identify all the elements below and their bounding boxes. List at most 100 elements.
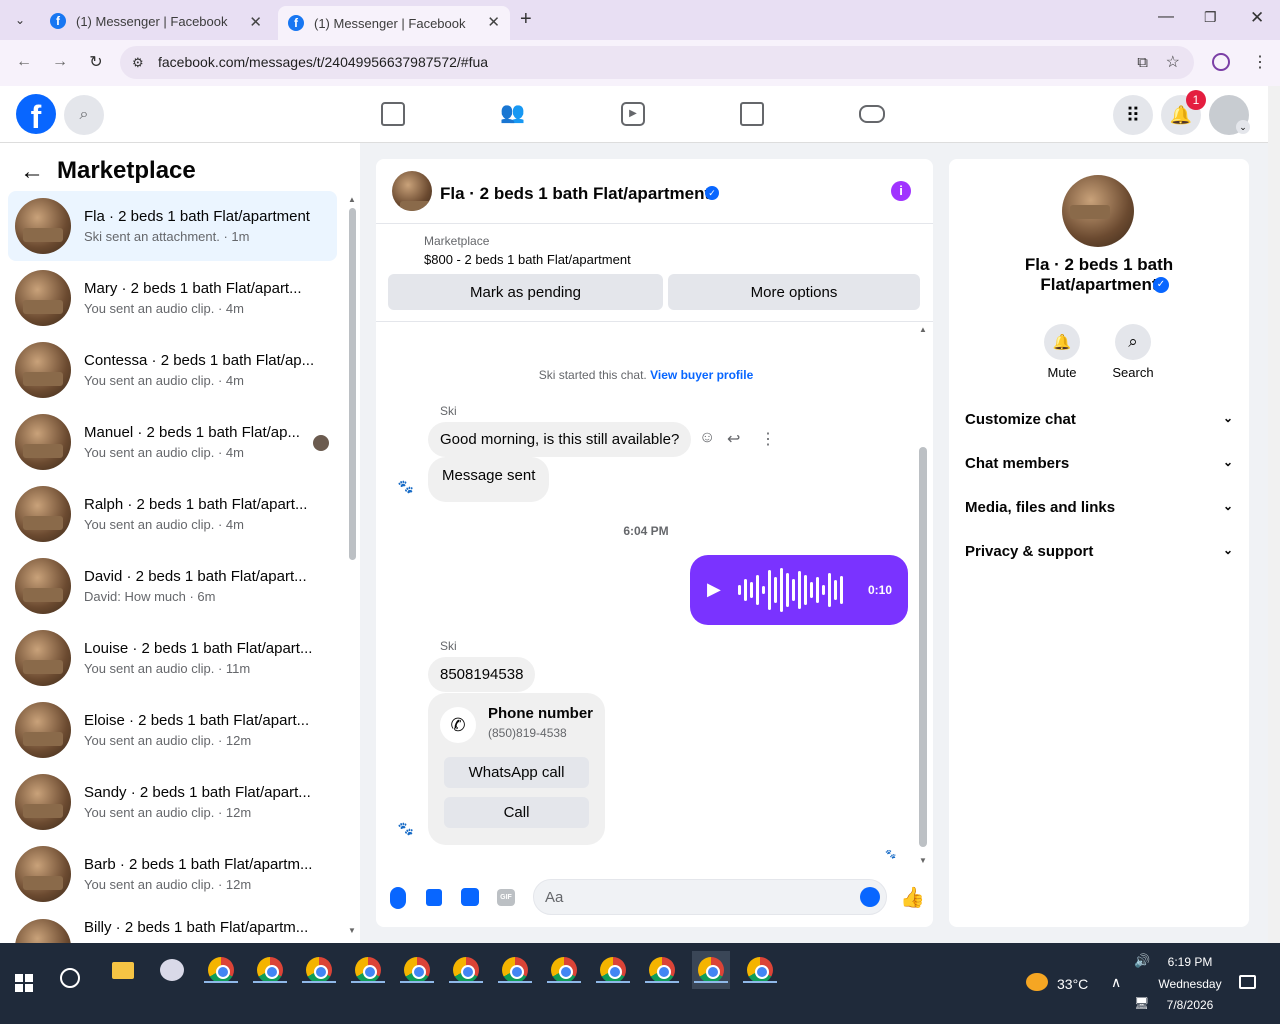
reload-button[interactable]: ↻ bbox=[84, 52, 108, 72]
chat-avatar[interactable] bbox=[392, 171, 432, 211]
listing-text[interactable]: $800 - 2 beds 1 bath Flat/apartment bbox=[424, 252, 631, 267]
search-icon[interactable]: ⌕ bbox=[1115, 324, 1151, 360]
show-hidden-icons-icon[interactable]: ∧ bbox=[1111, 974, 1121, 991]
clock-day[interactable]: Wednesday bbox=[1150, 977, 1230, 991]
mark-as-pending-button[interactable]: Mark as pending bbox=[388, 274, 663, 310]
scroll-up-arrow[interactable]: ▲ bbox=[917, 325, 929, 334]
message-bubble[interactable]: Message sent bbox=[428, 457, 550, 502]
scrollbar-thumb[interactable] bbox=[919, 447, 927, 847]
address-bar[interactable]: ⚙ facebook.com/messages/t/24049956637987… bbox=[120, 46, 1194, 79]
message-bubble[interactable]: 8508194538 bbox=[428, 657, 536, 692]
conversation-item[interactable]: Mary · 2 beds 1 bath Flat/apart... You s… bbox=[8, 263, 337, 333]
chrome-icon[interactable] bbox=[545, 951, 583, 989]
chrome-icon[interactable] bbox=[447, 951, 485, 989]
play-icon[interactable]: ▶ bbox=[707, 579, 721, 600]
scroll-up-arrow[interactable]: ▲ bbox=[347, 195, 357, 204]
conversation-item[interactable]: Barb · 2 beds 1 bath Flat/apartm... You … bbox=[8, 839, 337, 909]
restore-button[interactable]: ❐ bbox=[1204, 9, 1217, 26]
site-settings-icon[interactable]: ⚙ bbox=[132, 46, 144, 79]
message-bubble[interactable]: Good morning, is this still available? bbox=[428, 422, 692, 457]
bookmark-star-icon[interactable]: ☆ bbox=[1166, 46, 1180, 79]
profile-icon[interactable] bbox=[1212, 53, 1230, 71]
install-app-icon[interactable]: ⧉ bbox=[1137, 46, 1148, 79]
paint-app-icon[interactable] bbox=[153, 951, 191, 989]
chat-scrollbar[interactable]: ▲ ▼ bbox=[917, 325, 929, 865]
conversation-item[interactable]: Ralph · 2 beds 1 bath Flat/apart... You … bbox=[8, 479, 337, 549]
new-tab-button[interactable]: + bbox=[520, 8, 532, 31]
phone-card[interactable]: ✆ Phone number (850)819-4538 WhatsApp ca… bbox=[428, 693, 605, 845]
network-icon[interactable]: 🖥 bbox=[1134, 996, 1149, 1010]
sticker-icon[interactable] bbox=[461, 888, 479, 906]
microphone-icon[interactable] bbox=[390, 887, 406, 909]
conversation-item[interactable]: Billy · 2 beds 1 bath Flat/apartm... bbox=[8, 919, 337, 943]
chrome-icon[interactable] bbox=[643, 951, 681, 989]
conversation-item[interactable]: Manuel · 2 beds 1 bath Flat/ap... You se… bbox=[8, 407, 337, 477]
info-section-chat-members[interactable]: Chat members ⌄ bbox=[965, 455, 1233, 472]
whatsapp-call-button[interactable]: WhatsApp call bbox=[444, 757, 589, 788]
volume-icon[interactable]: 🔊 bbox=[1134, 953, 1150, 969]
back-arrow-icon[interactable]: ← bbox=[20, 158, 44, 186]
chrome-icon[interactable] bbox=[496, 951, 534, 989]
weather-temp[interactable]: 33°C bbox=[1057, 976, 1088, 992]
chrome-icon[interactable] bbox=[741, 951, 779, 989]
scrollbar-thumb[interactable] bbox=[348, 208, 356, 560]
clock-date[interactable]: 7/8/2026 bbox=[1150, 998, 1230, 1012]
browser-tab[interactable]: f (1) Messenger | Facebook ✕ bbox=[40, 6, 272, 36]
info-section-privacy-support[interactable]: Privacy & support ⌄ bbox=[965, 543, 1233, 560]
close-icon[interactable]: ✕ bbox=[487, 13, 500, 31]
gif-icon[interactable]: GIF bbox=[497, 889, 515, 906]
browser-tab-active[interactable]: f (1) Messenger | Facebook ✕ bbox=[278, 6, 510, 40]
mute-bell-icon[interactable]: 🔔 bbox=[1044, 324, 1080, 360]
friends-icon[interactable]: 👥 bbox=[500, 100, 525, 125]
conversation-item[interactable]: Eloise · 2 beds 1 bath Flat/apart... You… bbox=[8, 695, 337, 765]
like-thumb-icon[interactable]: 👍 bbox=[900, 885, 925, 910]
forward-button[interactable]: → bbox=[48, 53, 72, 71]
sidebar-scrollbar[interactable]: ▲ ▼ bbox=[347, 195, 357, 935]
file-explorer-icon[interactable] bbox=[104, 951, 142, 989]
back-button[interactable]: ← bbox=[12, 53, 36, 71]
menu-grid-icon[interactable]: ⠿ bbox=[1113, 95, 1153, 135]
weather-icon[interactable] bbox=[1026, 973, 1048, 991]
page-scrollbar[interactable] bbox=[1268, 86, 1280, 943]
view-buyer-profile-link[interactable]: View buyer profile bbox=[650, 368, 753, 382]
call-button[interactable]: Call bbox=[444, 797, 589, 828]
conversation-item[interactable]: Louise · 2 beds 1 bath Flat/apart... You… bbox=[8, 623, 337, 693]
start-windows-icon[interactable] bbox=[15, 974, 33, 992]
info-section-media-files-and-links[interactable]: Media, files and links ⌄ bbox=[965, 499, 1233, 516]
info-icon[interactable]: i bbox=[891, 181, 911, 201]
taskbar-search-icon[interactable] bbox=[60, 968, 80, 988]
chrome-icon[interactable] bbox=[594, 951, 632, 989]
chrome-icon[interactable] bbox=[202, 951, 240, 989]
message-input[interactable]: Aa bbox=[533, 879, 887, 915]
chrome-icon[interactable] bbox=[398, 951, 436, 989]
more-options-button[interactable]: More options bbox=[668, 274, 920, 310]
browser-menu-icon[interactable]: ⋮ bbox=[1252, 52, 1268, 72]
conversation-item[interactable]: Fla · 2 beds 1 bath Flat/apartment Ski s… bbox=[8, 191, 337, 261]
video-icon[interactable]: ▶ bbox=[621, 102, 645, 126]
conversation-item[interactable]: David · 2 beds 1 bath Flat/apart... Davi… bbox=[8, 551, 337, 621]
clock-time[interactable]: 6:19 PM bbox=[1150, 955, 1230, 969]
more-icon[interactable]: ⋮ bbox=[760, 429, 776, 449]
conversation-item[interactable]: Sandy · 2 beds 1 bath Flat/apart... You … bbox=[8, 767, 337, 837]
info-section-customize-chat[interactable]: Customize chat ⌄ bbox=[965, 411, 1233, 428]
reply-icon[interactable]: ↩ bbox=[727, 429, 740, 449]
chrome-icon[interactable] bbox=[349, 951, 387, 989]
tab-list-dropdown[interactable]: ⌄ bbox=[10, 10, 30, 30]
window-close-button[interactable]: ✕ bbox=[1250, 8, 1264, 28]
facebook-logo-icon[interactable]: f bbox=[16, 94, 56, 134]
chrome-icon[interactable] bbox=[300, 951, 338, 989]
emoji-icon[interactable] bbox=[860, 887, 880, 907]
audio-message[interactable]: ▶ 0:10 bbox=[690, 555, 908, 625]
chevron-down-icon[interactable]: ⌄ bbox=[1236, 120, 1250, 134]
marketplace-icon[interactable] bbox=[740, 102, 764, 126]
chrome-icon[interactable] bbox=[692, 951, 730, 989]
chat-title[interactable]: Fla · 2 beds 1 bath Flat/apartment bbox=[440, 184, 710, 204]
photo-icon[interactable] bbox=[426, 889, 442, 906]
home-icon[interactable] bbox=[381, 102, 405, 126]
close-icon[interactable]: ✕ bbox=[249, 13, 262, 31]
gaming-icon[interactable] bbox=[859, 105, 885, 123]
search-icon[interactable]: ⌕ bbox=[64, 95, 104, 135]
conversation-item[interactable]: Contessa · 2 beds 1 bath Flat/ap... You … bbox=[8, 335, 337, 405]
notification-center-icon[interactable] bbox=[1239, 975, 1256, 989]
scroll-down-arrow[interactable]: ▼ bbox=[347, 926, 357, 935]
